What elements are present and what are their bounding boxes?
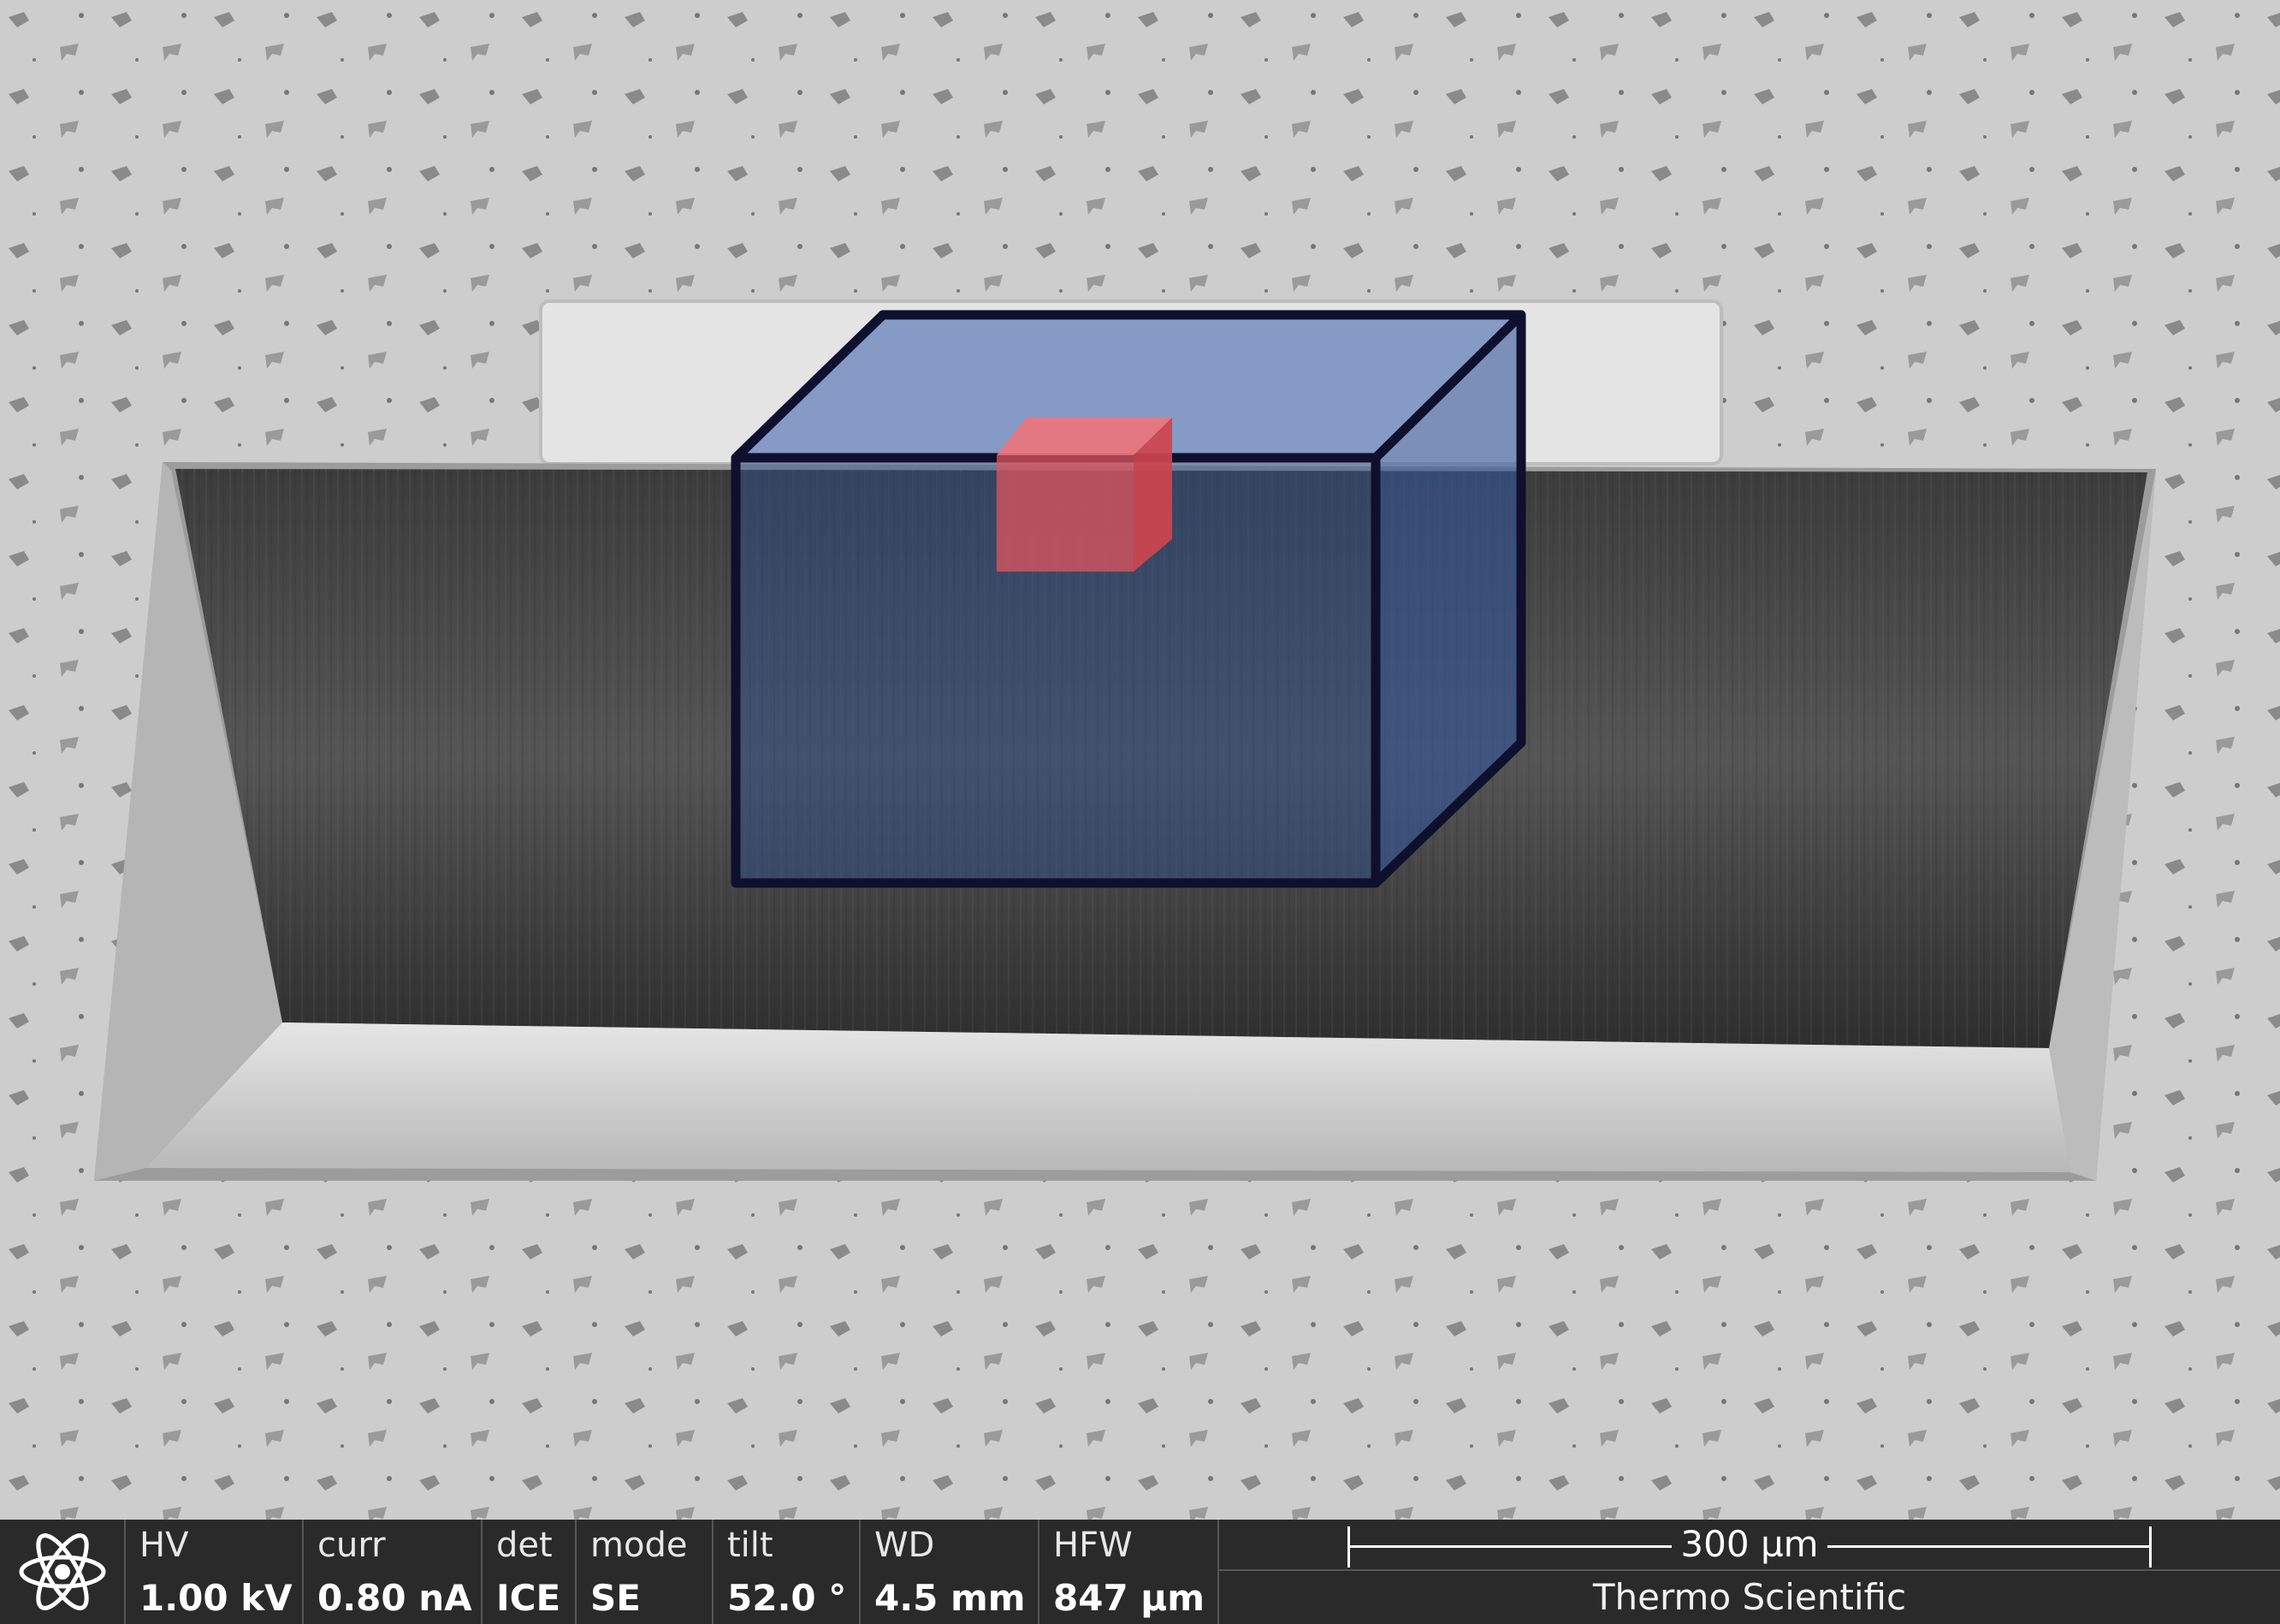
field-curr: curr 0.80 nA	[304, 1520, 483, 1624]
trench-floor-ledge	[145, 1022, 2070, 1172]
field-value: 847 µm	[1053, 1577, 1205, 1619]
sem-micrograph	[0, 0, 2280, 1520]
scale-bar: 300 µm	[1219, 1520, 2280, 1571]
field-mode: mode SE	[577, 1520, 714, 1624]
region-of-interest-cube	[997, 418, 1172, 572]
field-value: 1.00 kV	[139, 1577, 293, 1619]
field-tilt: tilt 52.0 °	[714, 1520, 861, 1624]
scale-bar-text: 300 µm	[1672, 1523, 1827, 1565]
field-wd: WD 4.5 mm	[861, 1520, 1039, 1624]
field-label: curr	[317, 1526, 386, 1565]
scale-cell: 300 µm Thermo Scientific	[1219, 1520, 2280, 1624]
vendor-name: Thermo Scientific	[1592, 1576, 1907, 1618]
field-label: WD	[874, 1526, 935, 1565]
field-value: 0.80 nA	[317, 1577, 472, 1619]
sem-databar: HV 1.00 kV curr 0.80 nA det ICE mode SE …	[0, 1520, 2280, 1624]
logo-cell	[0, 1520, 126, 1624]
field-det: det ICE	[483, 1520, 577, 1624]
field-value: SE	[590, 1577, 641, 1619]
field-hfw: HFW 847 µm	[1039, 1520, 1219, 1624]
atom-icon	[19, 1533, 105, 1610]
field-value: 52.0 °	[727, 1577, 847, 1619]
field-label: tilt	[727, 1526, 773, 1565]
field-value: ICE	[496, 1577, 561, 1619]
field-label: det	[496, 1526, 553, 1565]
micrograph-svg	[0, 0, 2280, 1520]
field-hv: HV 1.00 kV	[126, 1520, 304, 1624]
field-label: HFW	[1053, 1526, 1133, 1565]
field-label: mode	[590, 1526, 688, 1565]
field-label: HV	[139, 1526, 189, 1565]
scale-bar-label: 300 µm	[1347, 1521, 2152, 1568]
volume-box	[731, 310, 1526, 888]
field-value: 4.5 mm	[874, 1577, 1026, 1619]
